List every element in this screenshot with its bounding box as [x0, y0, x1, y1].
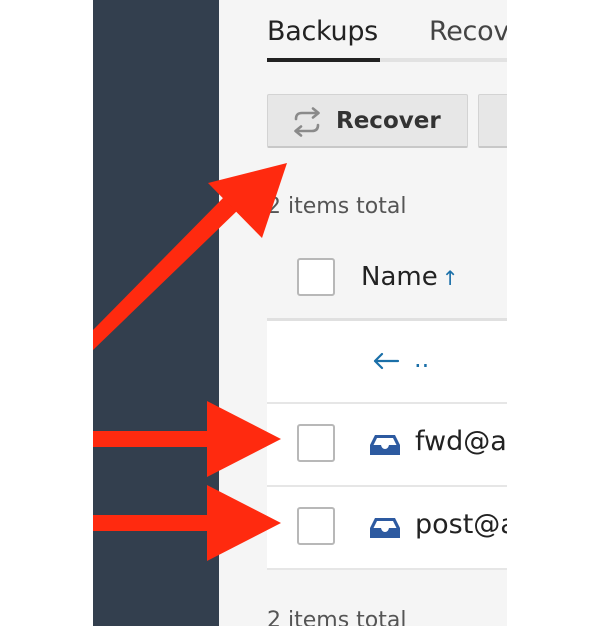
main-panel: Backups Recov Recover 2 items total Name… — [219, 0, 507, 626]
back-arrow-icon — [373, 352, 400, 370]
recover-icon — [294, 107, 320, 137]
page-background — [507, 0, 600, 626]
items-total-footer: 2 items total — [267, 608, 407, 626]
row-checkbox[interactable] — [297, 424, 335, 462]
select-all-checkbox[interactable] — [297, 258, 335, 296]
recover-button-label: Recover — [336, 108, 441, 134]
table-row[interactable]: fwd@ar — [267, 404, 507, 487]
toolbar-button-2[interactable] — [478, 94, 507, 148]
parent-directory-row[interactable]: .. — [267, 321, 507, 404]
table-row[interactable]: post@a — [267, 487, 507, 570]
tab-recovery[interactable]: Recov — [429, 16, 507, 47]
row-checkbox[interactable] — [297, 507, 335, 545]
mailbox-name[interactable]: fwd@ar — [415, 426, 507, 457]
mailbox-name[interactable]: post@a — [415, 509, 507, 540]
items-total: 2 items total — [267, 194, 407, 219]
mailbox-icon — [370, 518, 400, 538]
sidebar — [93, 0, 219, 626]
mailbox-icon — [370, 435, 400, 455]
name-column-label: Name — [361, 262, 438, 292]
active-tab-indicator — [267, 58, 380, 62]
recover-button[interactable]: Recover — [267, 94, 468, 148]
tab-backups[interactable]: Backups — [267, 16, 378, 47]
name-column-header[interactable]: Name ↑ — [361, 262, 458, 292]
parent-directory-link[interactable]: .. — [414, 345, 429, 373]
sort-ascending-icon: ↑ — [441, 266, 459, 290]
